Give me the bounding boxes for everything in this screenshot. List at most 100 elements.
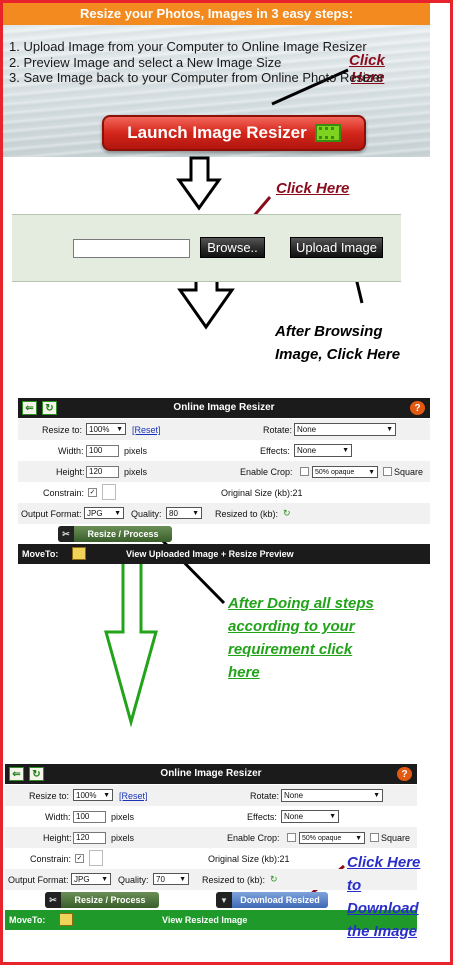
panel2-crop-checkbox[interactable]	[287, 833, 296, 842]
panel2-effects-select[interactable]: None	[281, 810, 339, 823]
after-steps-annotation: After Doing all steps according to your …	[228, 592, 374, 684]
scissors-icon: ✂	[45, 892, 61, 908]
panel1-square-label: Square	[394, 467, 424, 477]
panel1-height-label: Height:	[56, 467, 85, 477]
panel2-constrain-checkbox[interactable]: ✓	[75, 854, 84, 863]
refresh-icon-small: ↻	[270, 874, 278, 884]
refresh-icon-small: ↻	[283, 508, 291, 518]
panel2-constrain-lock	[89, 850, 103, 866]
launch-image-resizer-button[interactable]: Launch Image Resizer	[102, 115, 366, 151]
panel1-crop-opacity-select[interactable]: 50% opaque	[312, 466, 378, 478]
panel1-resize-to-label: Resize to:	[42, 425, 83, 435]
panel1-constrain-label: Constrain:	[43, 488, 85, 498]
after-steps-line2: according to your	[228, 618, 355, 635]
back-arrow-icon[interactable]: ⇐	[9, 767, 24, 781]
panel1-process-label: Resize / Process	[87, 529, 159, 539]
panel1-title-bar: Online Image Resizer	[18, 398, 430, 418]
step-3: 3. Save Image back to your Computer from…	[9, 70, 385, 85]
panel2-title: Online Image Resizer	[160, 768, 262, 779]
image-icon[interactable]	[59, 913, 73, 926]
panel1-effects-select[interactable]: None	[294, 444, 352, 457]
panel1-constrain-checkbox[interactable]: ✓	[88, 488, 97, 497]
help-icon[interactable]: ?	[410, 401, 425, 415]
panel1-quality-select[interactable]: 80	[166, 507, 202, 519]
after-browsing-annotation: After Browsing Image, Click Here	[275, 320, 400, 366]
after-steps-line3: requirement click	[228, 641, 353, 658]
click-here-browse-annotation: Click Here	[276, 180, 350, 197]
scissors-icon: ✂	[58, 526, 74, 542]
panel1-resized-label: Resized to (kb):	[215, 509, 279, 519]
panel1-title: Online Image Resizer	[173, 402, 275, 413]
panel2-square-checkbox[interactable]	[370, 833, 379, 842]
panel1-crop-checkbox[interactable]	[300, 467, 309, 476]
panel2-reset-link[interactable]: [Reset]	[119, 791, 148, 801]
image-resizer-panel-1: Online Image Resizer ⇐ ↻ ? Resize to: 10…	[18, 398, 430, 566]
panel1-height-input[interactable]: 120	[86, 466, 119, 478]
panel2-effects-label: Effects:	[247, 812, 277, 822]
file-path-input[interactable]	[73, 239, 190, 258]
panel1-height-unit: pixels	[124, 467, 148, 477]
panel2-height-unit: pixels	[111, 833, 135, 843]
panel2-resize-process-button[interactable]: ✂ Resize / Process	[45, 892, 159, 908]
panel2-download-label: Download Resized	[240, 895, 320, 905]
help-icon[interactable]: ?	[397, 767, 412, 781]
steps-list: 1. Upload Image from your Computer to On…	[9, 39, 384, 86]
panel1-rotate-label: Rotate:	[263, 425, 293, 435]
panel1-square-checkbox[interactable]	[383, 467, 392, 476]
browse-button[interactable]: Browse..	[200, 237, 265, 258]
film-icon	[314, 124, 341, 142]
panel2-width-unit: pixels	[111, 812, 135, 822]
launch-label: Launch Image Resizer	[127, 123, 307, 142]
panel2-moveto-text[interactable]: View Resized Image	[162, 915, 247, 925]
panel2-resize-to-select[interactable]: 100%	[73, 789, 113, 801]
panel2-rotate-select[interactable]: None	[281, 789, 383, 802]
download-line3: Download	[347, 900, 419, 917]
step-2: 2. Preview Image and select a New Image …	[9, 54, 282, 70]
panel1-format-label: Output Format:	[21, 509, 82, 519]
panel1-format-select[interactable]: JPG	[84, 507, 124, 519]
panel1-constrain-lock	[102, 484, 116, 500]
panel1-width-unit: pixels	[124, 446, 148, 456]
panel1-moveto-text[interactable]: View Uploaded Image + Resize Preview	[126, 549, 294, 559]
panel2-height-input[interactable]: 120	[73, 832, 106, 844]
panel2-format-label: Output Format:	[8, 875, 69, 885]
banner-title: Resize your Photos, Images in 3 easy ste…	[3, 3, 430, 25]
panel2-crop-opacity-select[interactable]: 50% opaque	[299, 832, 365, 844]
panel1-crop-label: Enable Crop:	[240, 467, 293, 477]
panel2-title-bar: Online Image Resizer	[5, 764, 417, 784]
step-1: 1. Upload Image from your Computer to On…	[9, 39, 367, 54]
panel1-moveto-label: MoveTo:	[22, 549, 59, 559]
download-annotation: Click Here to Download the Image	[347, 851, 420, 943]
panel2-constrain-label: Constrain:	[30, 854, 72, 864]
panel2-width-label: Width:	[45, 812, 71, 822]
image-icon[interactable]	[72, 547, 86, 560]
panel2-quality-select[interactable]: 70	[153, 873, 189, 885]
panel1-original-size: Original Size (kb):21	[221, 488, 303, 498]
panel2-height-label: Height:	[43, 833, 72, 843]
panel1-reset-link[interactable]: [Reset]	[132, 425, 161, 435]
panel1-width-label: Width:	[58, 446, 84, 456]
panel1-quality-label: Quality:	[131, 509, 162, 519]
panel1-resize-to-select[interactable]: 100%	[86, 423, 126, 435]
panel2-format-select[interactable]: JPG	[71, 873, 111, 885]
back-arrow-icon[interactable]: ⇐	[22, 401, 37, 415]
panel2-width-input[interactable]: 100	[73, 811, 106, 823]
panel2-crop-label: Enable Crop:	[227, 833, 280, 843]
down-arrow-icon-1	[176, 156, 222, 211]
after-steps-line1: After Doing all steps	[228, 595, 374, 612]
download-line2: to	[347, 877, 362, 894]
download-line4: the Image	[347, 923, 418, 940]
after-steps-line4: here	[228, 664, 260, 681]
panel1-resize-process-button[interactable]: ✂ Resize / Process	[58, 526, 172, 542]
panel1-moveto-bar: MoveTo: View Uploaded Image + Resize Pre…	[18, 544, 430, 564]
panel1-width-input[interactable]: 100	[86, 445, 119, 457]
panel2-resized-label: Resized to (kb):	[202, 875, 266, 885]
refresh-icon[interactable]: ↻	[29, 767, 44, 781]
upload-image-button[interactable]: Upload Image	[290, 237, 383, 258]
panel2-rotate-label: Rotate:	[250, 791, 280, 801]
refresh-icon[interactable]: ↻	[42, 401, 57, 415]
panel1-rotate-select[interactable]: None	[294, 423, 396, 436]
download-icon: ▼	[216, 892, 232, 908]
panel2-download-resized-button[interactable]: ▼ Download Resized	[216, 892, 328, 908]
download-line1: Click Here	[347, 854, 421, 871]
